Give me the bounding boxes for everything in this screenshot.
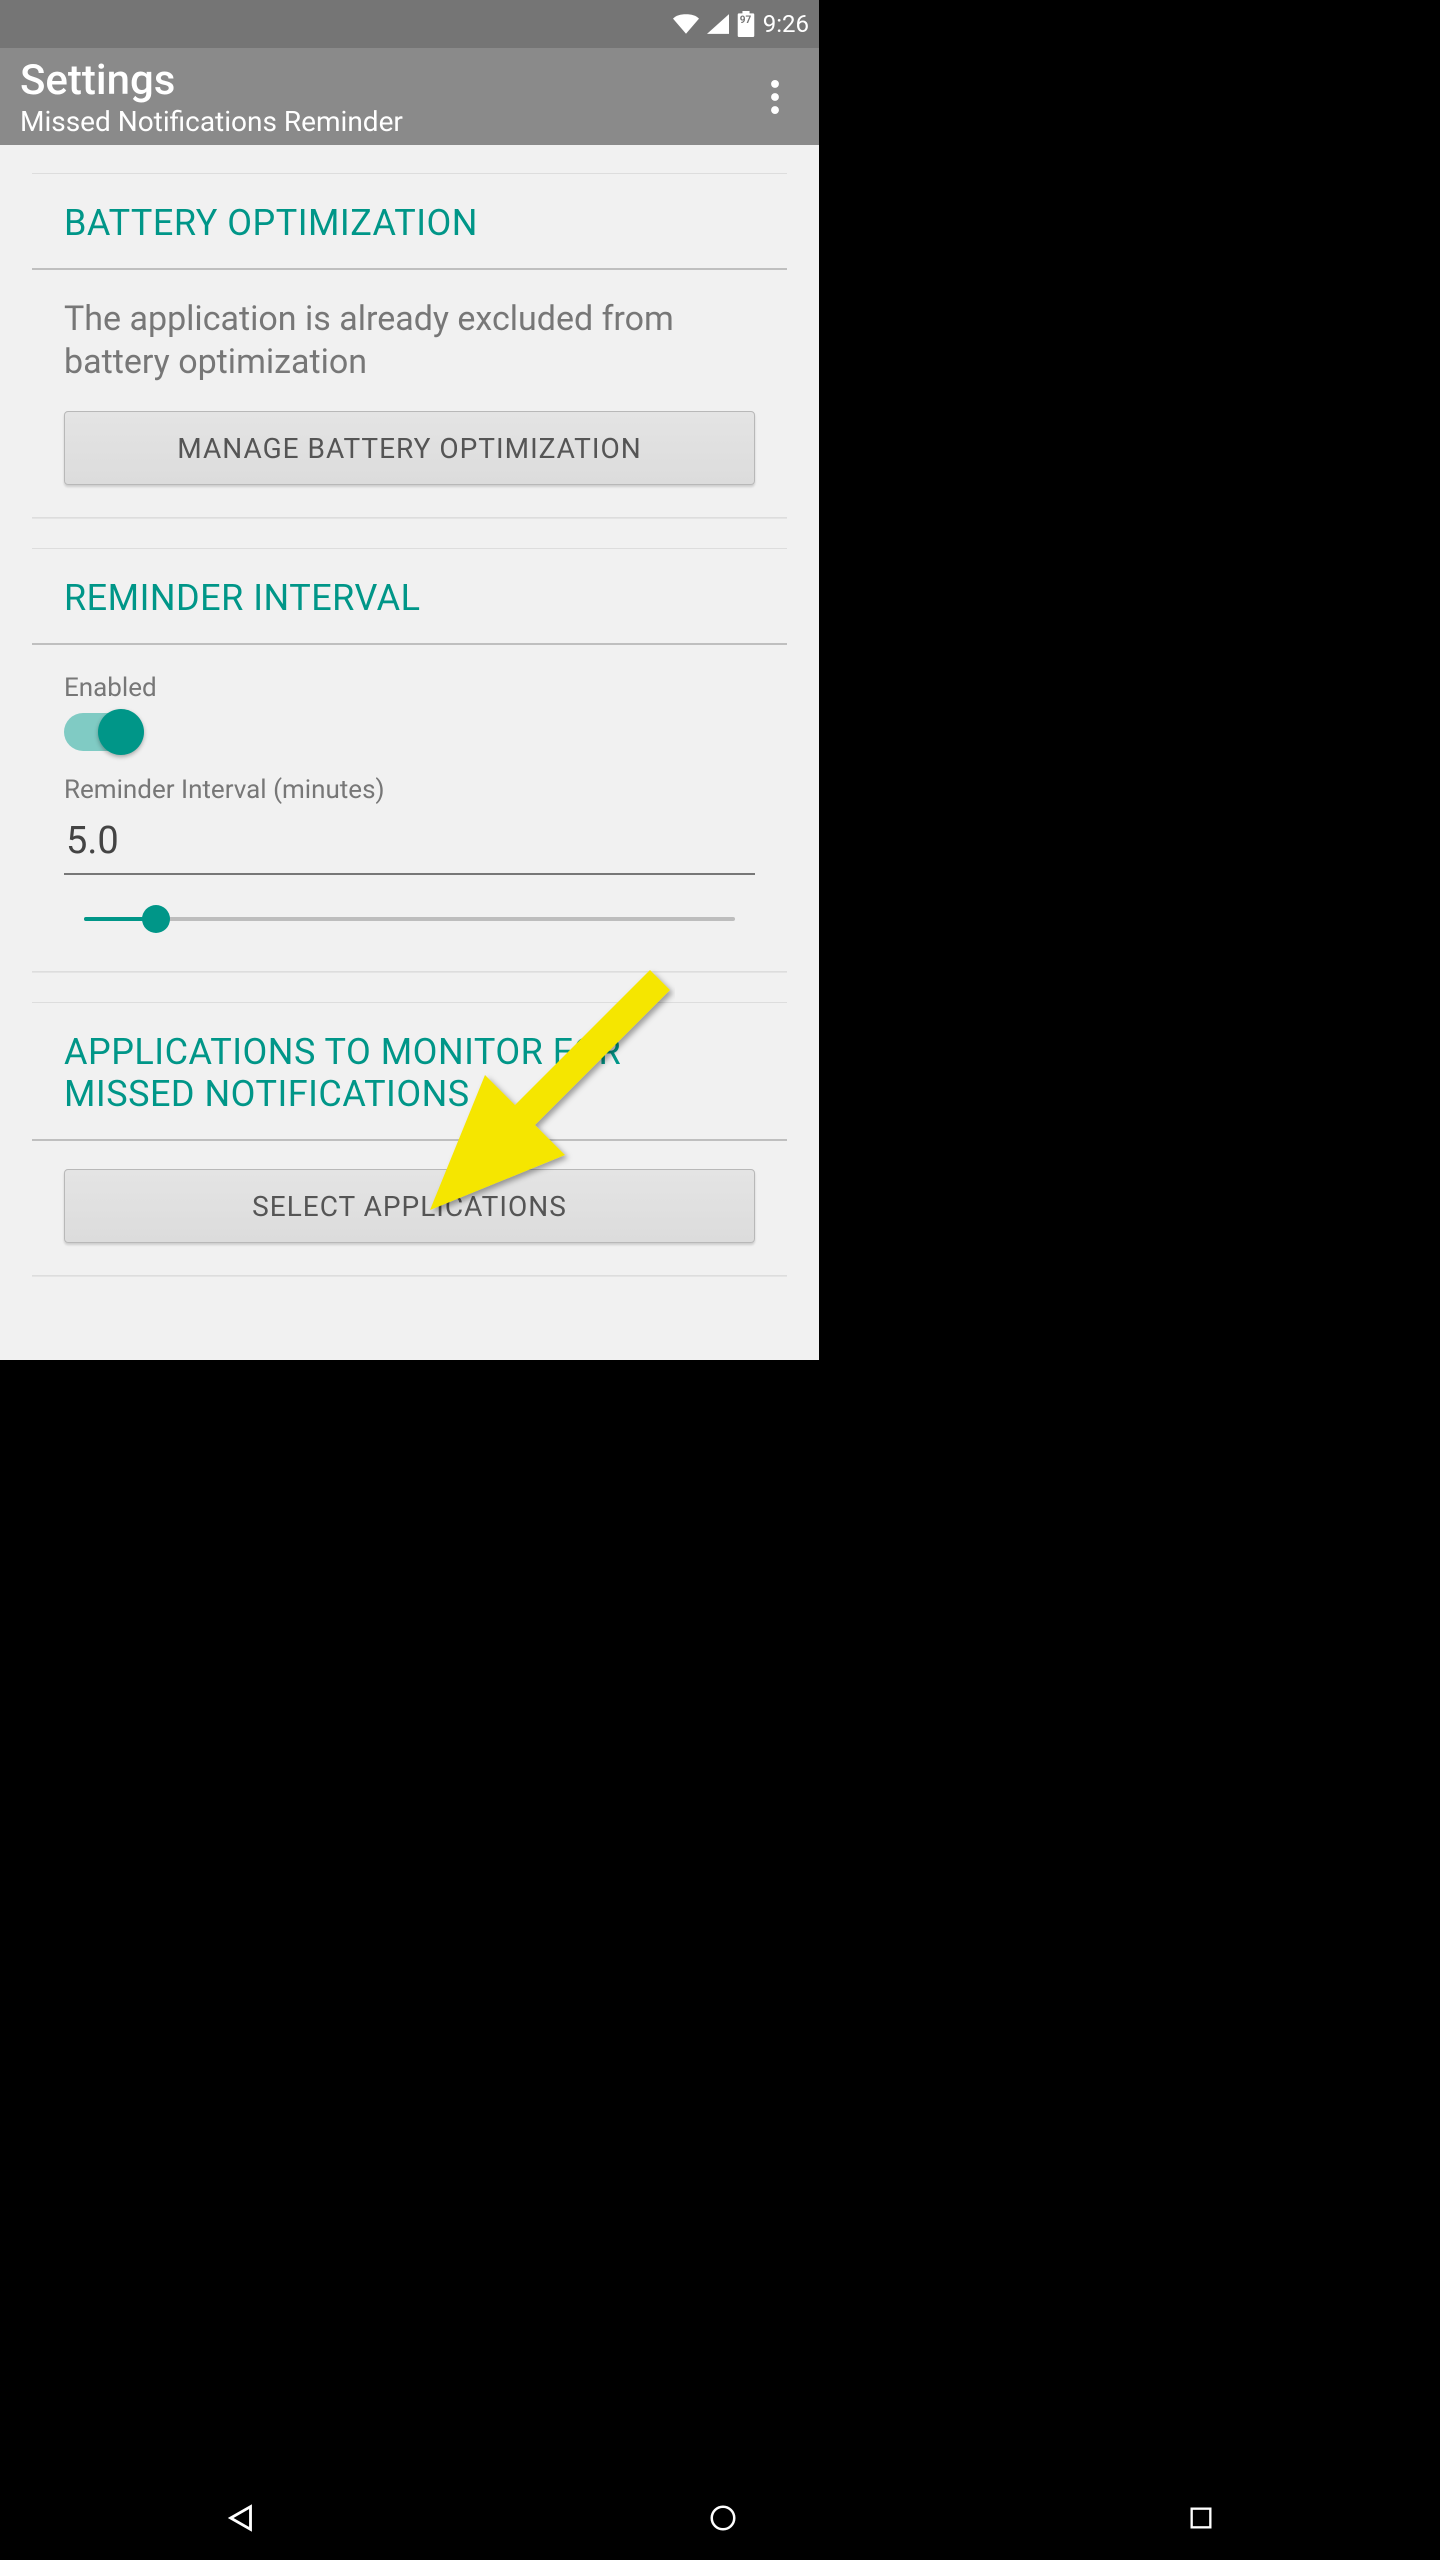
appbar-titles: Settings Missed Notifications Reminder [20, 56, 403, 138]
nav-home-button[interactable] [708, 2503, 738, 2537]
status-bar: 97 9:26 [0, 0, 819, 48]
card-header: REMINDER INTERVAL [32, 549, 787, 645]
section-title-battery: BATTERY OPTIMIZATION [64, 202, 755, 244]
slider-thumb [142, 905, 170, 933]
page-subtitle: Missed Notifications Reminder [20, 105, 403, 138]
status-time: 9:26 [763, 10, 809, 38]
select-applications-button[interactable]: SELECT APPLICATIONS [64, 1169, 755, 1243]
card-body: The application is already excluded from… [32, 270, 787, 517]
signal-icon [707, 14, 729, 34]
card-header: BATTERY OPTIMIZATION [32, 174, 787, 270]
battery-level: 97 [740, 15, 751, 26]
section-title-interval: REMINDER INTERVAL [64, 577, 755, 619]
wifi-icon [673, 14, 699, 34]
screen: 97 9:26 Settings Missed Notifications Re… [0, 0, 819, 1360]
page-title: Settings [20, 56, 403, 105]
slider-track [84, 917, 735, 921]
interval-slider[interactable] [84, 899, 735, 939]
content: BATTERY OPTIMIZATION The application is … [0, 145, 819, 1276]
card-body: SELECT APPLICATIONS [32, 1141, 787, 1275]
applications-card: APPLICATIONS TO MONITOR FOR MISSED NOTIF… [32, 1002, 787, 1276]
enabled-switch[interactable] [64, 713, 142, 751]
section-title-apps: APPLICATIONS TO MONITOR FOR MISSED NOTIF… [64, 1031, 755, 1115]
navigation-bar [0, 2480, 1440, 2560]
nav-recent-button[interactable] [1187, 2504, 1215, 2536]
switch-thumb [98, 709, 144, 755]
enabled-label: Enabled [64, 673, 755, 703]
interval-field-label: Reminder Interval (minutes) [64, 775, 755, 805]
battery-icon: 97 [737, 11, 755, 37]
more-vert-icon [771, 80, 779, 114]
interval-field[interactable]: 5.0 [64, 805, 755, 875]
app-bar: Settings Missed Notifications Reminder [0, 48, 819, 145]
reminder-interval-card: REMINDER INTERVAL Enabled Reminder Inter… [32, 548, 787, 972]
manage-battery-button[interactable]: MANAGE BATTERY OPTIMIZATION [64, 411, 755, 485]
battery-optimization-card: BATTERY OPTIMIZATION The application is … [32, 173, 787, 518]
card-body: Enabled Reminder Interval (minutes) 5.0 [32, 645, 787, 971]
battery-opt-desc: The application is already excluded from… [64, 298, 755, 383]
card-header: APPLICATIONS TO MONITOR FOR MISSED NOTIF… [32, 1003, 787, 1141]
more-options-button[interactable] [751, 73, 799, 121]
nav-back-button[interactable] [225, 2501, 259, 2539]
